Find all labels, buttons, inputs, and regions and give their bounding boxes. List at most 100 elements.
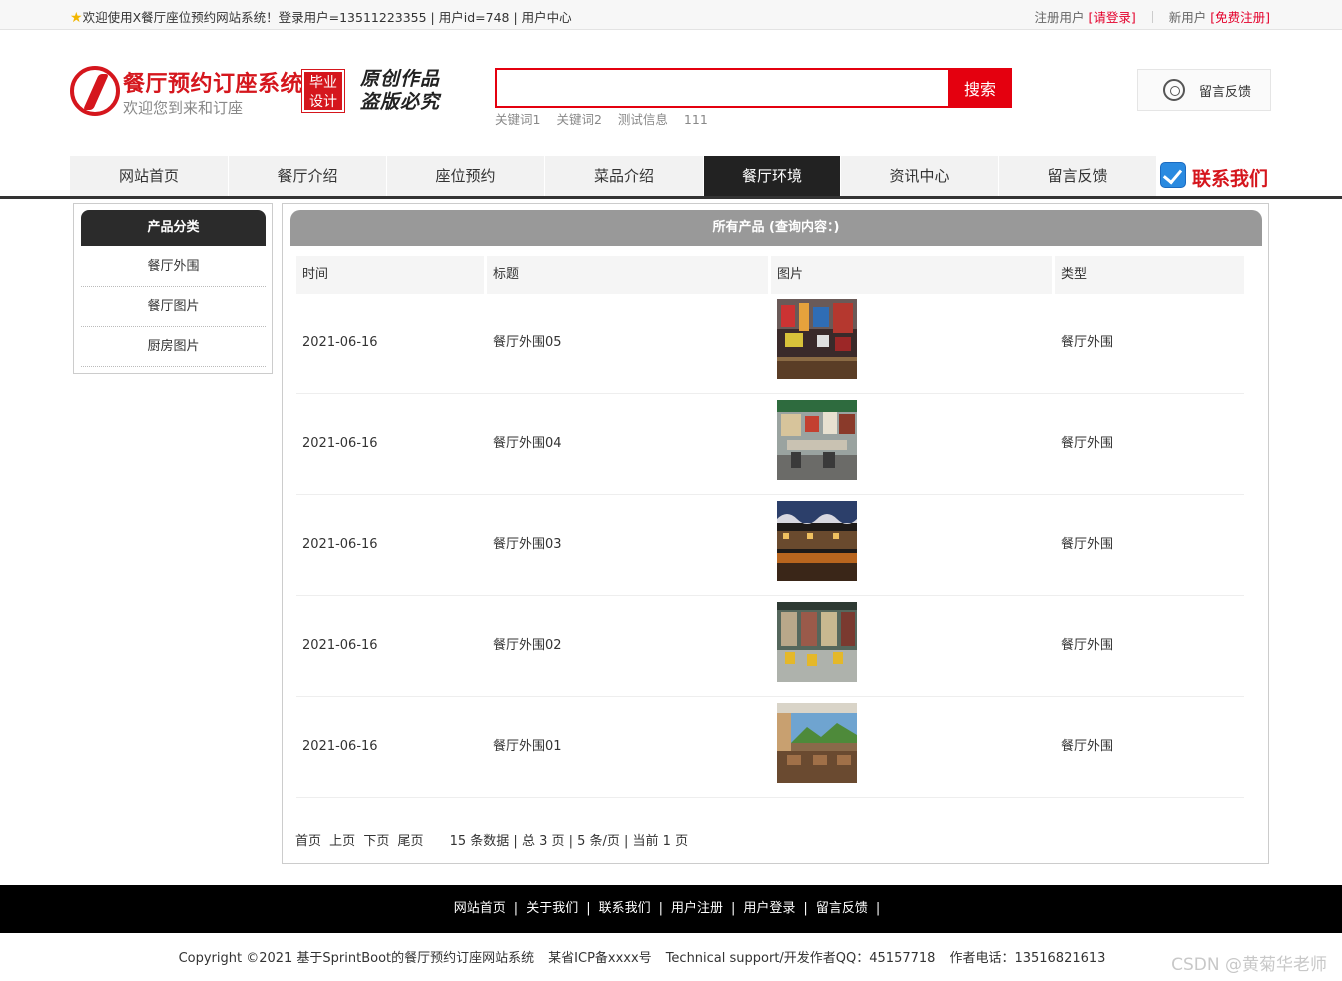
hotword-link[interactable]: 关键词2	[556, 112, 601, 127]
panel-title: 所有产品 (查询内容：)	[290, 210, 1262, 246]
phone-text: 作者电话：13516821613	[949, 951, 1106, 966]
nav-item-about[interactable]: 餐厅介绍	[229, 156, 387, 196]
row-title[interactable]: 餐厅外围04	[487, 394, 562, 494]
column-header-title: 标题	[487, 256, 768, 294]
table-header: 时间 标题 图片 类型	[296, 256, 1244, 294]
row-thumbnail-image[interactable]	[777, 703, 857, 783]
sidebar-item-restaurant-photos[interactable]: 餐厅图片	[81, 287, 266, 327]
row-thumbnail-image[interactable]	[777, 299, 857, 379]
star-icon: ★	[70, 10, 83, 26]
welcome-text: 欢迎使用X餐厅座位预约网站系统！登录用户=13511223355 | 用户id=…	[82, 10, 572, 25]
row-title[interactable]: 餐厅外围03	[487, 495, 562, 595]
product-list-panel: 所有产品 (查询内容：) 时间 标题 图片 类型 2021-06-16 餐厅外围…	[282, 203, 1269, 864]
contact-us-button[interactable]: 联系我们	[1160, 156, 1270, 196]
table-row: 2021-06-16 餐厅外围03 餐厅外围	[296, 495, 1244, 596]
footer-link-login[interactable]: 用户登录	[743, 901, 795, 916]
footer-separator: |	[513, 901, 519, 916]
sidebar-title: 产品分类	[81, 210, 266, 246]
nav-item-feedback[interactable]: 留言反馈	[999, 156, 1157, 196]
row-type: 餐厅外围	[1061, 638, 1114, 653]
register-link[interactable]: [免费注册]	[1210, 10, 1270, 25]
site-subtitle: 欢迎您到来和订座	[123, 99, 244, 117]
new-user-label: 新用户	[1168, 10, 1207, 25]
table-row: 2021-06-16 餐厅外围01 餐厅外围	[296, 697, 1244, 798]
slogan-line1: 原创作品	[360, 68, 441, 90]
row-type: 餐厅外围	[1061, 436, 1114, 451]
nav-item-news[interactable]: 资讯中心	[841, 156, 999, 196]
hotword-link[interactable]: 111	[684, 112, 708, 127]
footer-separator: |	[658, 901, 663, 916]
pagination-info: 15 条数据 | 总 3 页 | 5 条/页 | 当前 1 页	[449, 834, 689, 849]
header: 餐厅预约订座系统 欢迎您到来和订座 毕业 设计 原创作品 盗版必究 搜索 关键词…	[0, 30, 1342, 156]
checkmark-icon	[1160, 162, 1186, 188]
category-sidebar: 产品分类 餐厅外围 餐厅图片 厨房图片	[73, 203, 273, 374]
contact-us-label: 联系我们	[1192, 168, 1269, 190]
hotword-link[interactable]: 关键词1	[495, 112, 540, 127]
column-header-type: 类型	[1055, 256, 1244, 294]
site-title[interactable]: 餐厅预约订座系统	[123, 66, 303, 98]
row-title[interactable]: 餐厅外围02	[487, 596, 562, 696]
table-row: 2021-06-16 餐厅外围05 餐厅外围	[296, 293, 1244, 394]
feedback-label: 留言反馈	[1199, 85, 1252, 100]
welcome-area: ★欢迎使用X餐厅座位预约网站系统！登录用户=13511223355 | 用户id…	[70, 7, 572, 26]
table-row: 2021-06-16 餐厅外围02 餐厅外围	[296, 596, 1244, 697]
nav-item-dishes[interactable]: 菜品介绍	[545, 156, 704, 196]
support-text: Technical support/开发作者QQ：45157718	[665, 951, 936, 966]
row-thumbnail-image[interactable]	[777, 602, 857, 682]
footer-nav: 网站首页 | 关于我们 | 联系我们 | 用户注册 | 用户登录 | 留言反馈 |	[0, 885, 1342, 933]
badge-line2: 设计	[309, 94, 337, 110]
sidebar-item-kitchen-photos[interactable]: 厨房图片	[81, 327, 266, 367]
row-time: 2021-06-16	[302, 436, 378, 451]
row-time: 2021-06-16	[302, 638, 378, 653]
customer-service-icon	[1163, 79, 1185, 101]
copyright-text: Copyright ©2021 基于SprintBoot的餐厅预约订座网站系统	[178, 951, 535, 966]
badge-line1: 毕业	[309, 75, 337, 91]
top-bar: ★欢迎使用X餐厅座位预约网站系统！登录用户=13511223355 | 用户id…	[0, 0, 1342, 30]
nav-item-reservation[interactable]: 座位预约	[387, 156, 545, 196]
copyright-bar: Copyright ©2021 基于SprintBoot的餐厅预约订座网站系统某…	[0, 947, 1342, 966]
hotword-link[interactable]: 测试信息	[618, 112, 668, 127]
first-page-link[interactable]: 首页	[295, 834, 321, 849]
icp-text: 某省ICP备xxxx号	[548, 951, 652, 966]
slogan: 原创作品 盗版必究	[360, 68, 440, 114]
footer-link-register[interactable]: 用户注册	[671, 901, 723, 916]
footer-link-about[interactable]: 关于我们	[526, 901, 578, 916]
footer-link-home[interactable]: 网站首页	[454, 901, 506, 916]
hot-keywords: 关键词1 关键词2 测试信息 111	[495, 109, 724, 128]
row-title[interactable]: 餐厅外围05	[487, 293, 562, 393]
login-link[interactable]: [请登录]	[1089, 10, 1136, 25]
divider	[1151, 11, 1153, 23]
footer-separator: |	[731, 901, 736, 916]
row-type: 餐厅外围	[1061, 335, 1114, 350]
search-input[interactable]	[497, 70, 949, 106]
nav-item-home[interactable]: 网站首页	[70, 156, 229, 196]
graduation-badge: 毕业 设计	[301, 69, 345, 113]
search-box: 搜索	[495, 68, 1012, 108]
column-header-time: 时间	[296, 256, 484, 294]
sidebar-item-exterior[interactable]: 餐厅外围	[81, 247, 266, 287]
nav-divider	[0, 196, 1342, 199]
footer-separator: |	[586, 901, 591, 916]
row-title[interactable]: 餐厅外围01	[487, 697, 562, 797]
footer-separator: |	[803, 901, 808, 916]
table-row: 2021-06-16 餐厅外围04 餐厅外围	[296, 394, 1244, 495]
logo-icon[interactable]	[70, 66, 120, 116]
pagination: 首页 上页 下页 尾页 15 条数据 | 总 3 页 | 5 条/页 | 当前 …	[295, 830, 688, 849]
row-thumbnail-image[interactable]	[777, 400, 857, 480]
feedback-button[interactable]: 留言反馈	[1137, 69, 1271, 111]
row-time: 2021-06-16	[302, 537, 378, 552]
row-time: 2021-06-16	[302, 739, 378, 754]
footer-link-contact[interactable]: 联系我们	[599, 901, 651, 916]
prev-page-link[interactable]: 上页	[329, 834, 355, 849]
registered-label: 注册用户	[1034, 10, 1085, 25]
next-page-link[interactable]: 下页	[363, 834, 389, 849]
nav-item-environment[interactable]: 餐厅环境	[704, 156, 841, 196]
row-type: 餐厅外围	[1061, 537, 1114, 552]
search-button[interactable]: 搜索	[948, 68, 1012, 108]
footer-link-feedback[interactable]: 留言反馈	[816, 901, 868, 916]
row-type: 餐厅外围	[1061, 739, 1114, 754]
last-page-link[interactable]: 尾页	[397, 834, 423, 849]
row-thumbnail-image[interactable]	[777, 501, 857, 581]
footer-separator: |	[875, 901, 881, 916]
main-nav: 网站首页 餐厅介绍 座位预约 菜品介绍 餐厅环境 资讯中心 留言反馈 联系我们	[70, 156, 1270, 196]
